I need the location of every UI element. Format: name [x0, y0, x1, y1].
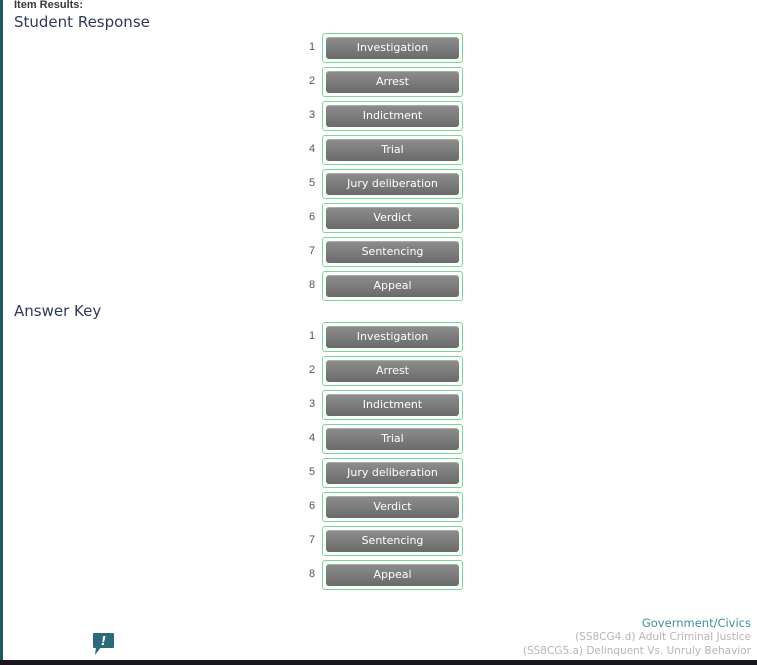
- drop-slot: Verdict: [322, 203, 463, 233]
- sequence-item-button[interactable]: Sentencing: [326, 241, 459, 263]
- sequence-item-button[interactable]: Sentencing: [326, 530, 459, 552]
- item-number: 3: [309, 109, 316, 121]
- item-number: 2: [309, 364, 316, 376]
- drop-slot: Verdict: [322, 492, 463, 522]
- sequence-item-button[interactable]: Jury deliberation: [326, 462, 459, 484]
- sequence-item-button[interactable]: Indictment: [326, 105, 459, 127]
- sequence-item-button[interactable]: Investigation: [326, 326, 459, 348]
- bottom-bar: [0, 660, 757, 665]
- answer-key-list: 1 Investigation 2 Arrest 3 Indictment 4 Tria…: [300, 322, 470, 594]
- drop-slot: Trial: [322, 135, 463, 165]
- sequence-item-button[interactable]: Verdict: [326, 207, 459, 229]
- sequence-item-button[interactable]: Trial: [326, 139, 459, 161]
- list-item: 4 Trial: [300, 424, 470, 458]
- left-border: [0, 0, 3, 665]
- list-item: 2 Arrest: [300, 356, 470, 390]
- item-number: 1: [309, 330, 316, 342]
- feedback-exclamation-icon[interactable]: !: [92, 633, 115, 655]
- item-number: 2: [309, 75, 316, 87]
- sequence-item-button[interactable]: Arrest: [326, 71, 459, 93]
- answer-key-title: Answer Key: [14, 302, 102, 320]
- drop-slot: Investigation: [322, 322, 463, 352]
- item-number: 4: [309, 432, 316, 444]
- subject-label: Government/Civics: [641, 616, 751, 630]
- drop-slot: Appeal: [322, 271, 463, 301]
- item-results-label: Item Results:: [14, 0, 84, 11]
- standard-line: (SS8CG5.a) Delinquent Vs. Unruly Behavio…: [522, 645, 751, 657]
- drop-slot: Appeal: [322, 560, 463, 590]
- drop-slot: Jury deliberation: [322, 458, 463, 488]
- drop-slot: Indictment: [322, 101, 463, 131]
- list-item: 3 Indictment: [300, 390, 470, 424]
- drop-slot: Trial: [322, 424, 463, 454]
- sequence-item-button[interactable]: Investigation: [326, 37, 459, 59]
- student-response-title: Student Response: [14, 13, 150, 31]
- list-item: 5 Jury deliberation: [300, 169, 470, 203]
- item-number: 7: [309, 534, 316, 546]
- student-response-list: 1 Investigation 2 Arrest 3 Indictment 4 Tria…: [300, 33, 470, 305]
- item-number: 8: [309, 568, 316, 580]
- standards-info: Government/Civics (SS8CG4.d) Adult Crimi…: [523, 616, 751, 658]
- standard-line: (SS8CG4.d) Adult Criminal Justice: [575, 631, 751, 643]
- sequence-item-button[interactable]: Jury deliberation: [326, 173, 459, 195]
- list-item: 5 Jury deliberation: [300, 458, 470, 492]
- sequence-item-button[interactable]: Trial: [326, 428, 459, 450]
- drop-slot: Arrest: [322, 67, 463, 97]
- drop-slot: Jury deliberation: [322, 169, 463, 199]
- list-item: 2 Arrest: [300, 67, 470, 101]
- item-number: 6: [309, 211, 316, 223]
- list-item: 7 Sentencing: [300, 237, 470, 271]
- sequence-item-button[interactable]: Verdict: [326, 496, 459, 518]
- list-item: 8 Appeal: [300, 560, 470, 594]
- list-item: 7 Sentencing: [300, 526, 470, 560]
- drop-slot: Indictment: [322, 390, 463, 420]
- drop-slot: Sentencing: [322, 237, 463, 267]
- list-item: 8 Appeal: [300, 271, 470, 305]
- item-number: 4: [309, 143, 316, 155]
- item-number: 6: [309, 500, 316, 512]
- list-item: 1 Investigation: [300, 33, 470, 67]
- list-item: 6 Verdict: [300, 492, 470, 526]
- item-number: 1: [309, 41, 316, 53]
- list-item: 6 Verdict: [300, 203, 470, 237]
- sequence-item-button[interactable]: Indictment: [326, 394, 459, 416]
- list-item: 1 Investigation: [300, 322, 470, 356]
- drop-slot: Arrest: [322, 356, 463, 386]
- item-number: 8: [309, 279, 316, 291]
- sequence-item-button[interactable]: Appeal: [326, 564, 459, 586]
- item-number: 5: [309, 177, 316, 189]
- drop-slot: Sentencing: [322, 526, 463, 556]
- svg-text:!: !: [101, 634, 106, 648]
- item-number: 7: [309, 245, 316, 257]
- sequence-item-button[interactable]: Arrest: [326, 360, 459, 382]
- list-item: 3 Indictment: [300, 101, 470, 135]
- item-number: 3: [309, 398, 316, 410]
- item-number: 5: [309, 466, 316, 478]
- sequence-item-button[interactable]: Appeal: [326, 275, 459, 297]
- list-item: 4 Trial: [300, 135, 470, 169]
- drop-slot: Investigation: [322, 33, 463, 63]
